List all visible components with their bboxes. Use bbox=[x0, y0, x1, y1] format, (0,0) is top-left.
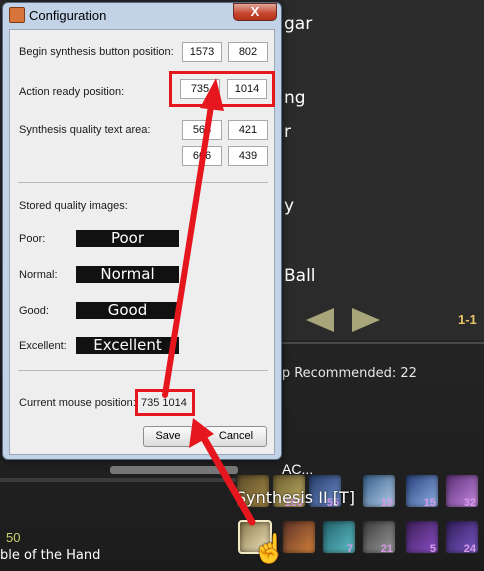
recipe-item[interactable]: Ball bbox=[284, 266, 316, 286]
action-y-field[interactable]: 1014 bbox=[227, 79, 267, 99]
hotbar-slot[interactable]: 24 bbox=[445, 520, 479, 555]
action-x-field[interactable]: 735 bbox=[180, 79, 220, 99]
title-bar[interactable]: Configuration X bbox=[3, 3, 281, 27]
hotbar-slot[interactable]: 21 bbox=[362, 520, 396, 555]
page-indicator: 1-1 bbox=[458, 312, 477, 327]
poor-label: Poor: bbox=[19, 233, 46, 245]
arrow-left-icon[interactable] bbox=[306, 308, 334, 332]
app-icon bbox=[9, 7, 25, 23]
save-button[interactable]: Save bbox=[143, 426, 193, 447]
begin-position-label: Begin synthesis button position: bbox=[19, 46, 174, 58]
quality-y1-field[interactable]: 421 bbox=[228, 120, 268, 140]
hotbar-slot[interactable] bbox=[282, 520, 316, 554]
cancel-button[interactable]: Cancel bbox=[205, 426, 267, 447]
dialog-content: Begin synthesis button position: 1573 80… bbox=[9, 29, 275, 455]
close-button[interactable]: X bbox=[233, 3, 277, 21]
excellent-image: Excellent bbox=[76, 337, 179, 354]
action-name-text: ble of the Hand bbox=[0, 548, 101, 563]
hotbar-slot[interactable]: 32 bbox=[445, 474, 479, 509]
quality-area-label: Synthesis quality text area: bbox=[19, 124, 151, 136]
good-label: Good: bbox=[19, 305, 49, 317]
quality-x2-field[interactable]: 666 bbox=[182, 146, 222, 166]
hotbar-slot[interactable]: 5 bbox=[405, 520, 439, 555]
configuration-dialog: Configuration X Begin synthesis button p… bbox=[2, 2, 282, 460]
begin-y-field[interactable]: 802 bbox=[228, 42, 268, 62]
hotbar-label: AC... bbox=[282, 461, 314, 477]
hotbar-slot[interactable]: 7 bbox=[322, 520, 356, 555]
stored-images-heading: Stored quality images: bbox=[19, 200, 128, 212]
quality-y2-field[interactable]: 439 bbox=[228, 146, 268, 166]
recipe-item[interactable]: y bbox=[284, 196, 294, 216]
hotbar-slot[interactable]: 15 bbox=[405, 474, 439, 509]
window-title: Configuration bbox=[29, 8, 107, 23]
mouse-position-value: 735 1014 bbox=[141, 397, 187, 409]
arrow-right-icon[interactable] bbox=[352, 308, 380, 332]
normal-label: Normal: bbox=[19, 269, 58, 281]
recipe-item[interactable]: ng bbox=[284, 88, 306, 108]
begin-x-field[interactable]: 1573 bbox=[182, 42, 222, 62]
scrollbar[interactable] bbox=[110, 466, 238, 474]
synthesis-title: Synthesis II [T] bbox=[236, 488, 356, 507]
poor-image: Poor bbox=[76, 230, 179, 247]
quality-x1-field[interactable]: 563 bbox=[182, 120, 222, 140]
action-position-label: Action ready position: bbox=[19, 86, 125, 98]
normal-image: Normal bbox=[76, 266, 179, 283]
divider bbox=[0, 478, 240, 482]
excellent-label: Excellent: bbox=[19, 340, 67, 352]
recipe-item[interactable]: gar bbox=[284, 14, 312, 34]
hotbar-slot[interactable]: 15 bbox=[362, 474, 396, 509]
good-image: Good bbox=[76, 302, 179, 319]
recipe-item[interactable]: r bbox=[284, 122, 291, 142]
hand-cursor-icon: ☝ bbox=[252, 533, 287, 564]
divider bbox=[18, 370, 268, 371]
divider bbox=[18, 182, 268, 183]
mouse-position-label: Current mouse position: bbox=[19, 397, 136, 409]
recommended-level-text: hip Recommended: 22 bbox=[270, 366, 417, 381]
level-number: 50 bbox=[6, 530, 21, 545]
